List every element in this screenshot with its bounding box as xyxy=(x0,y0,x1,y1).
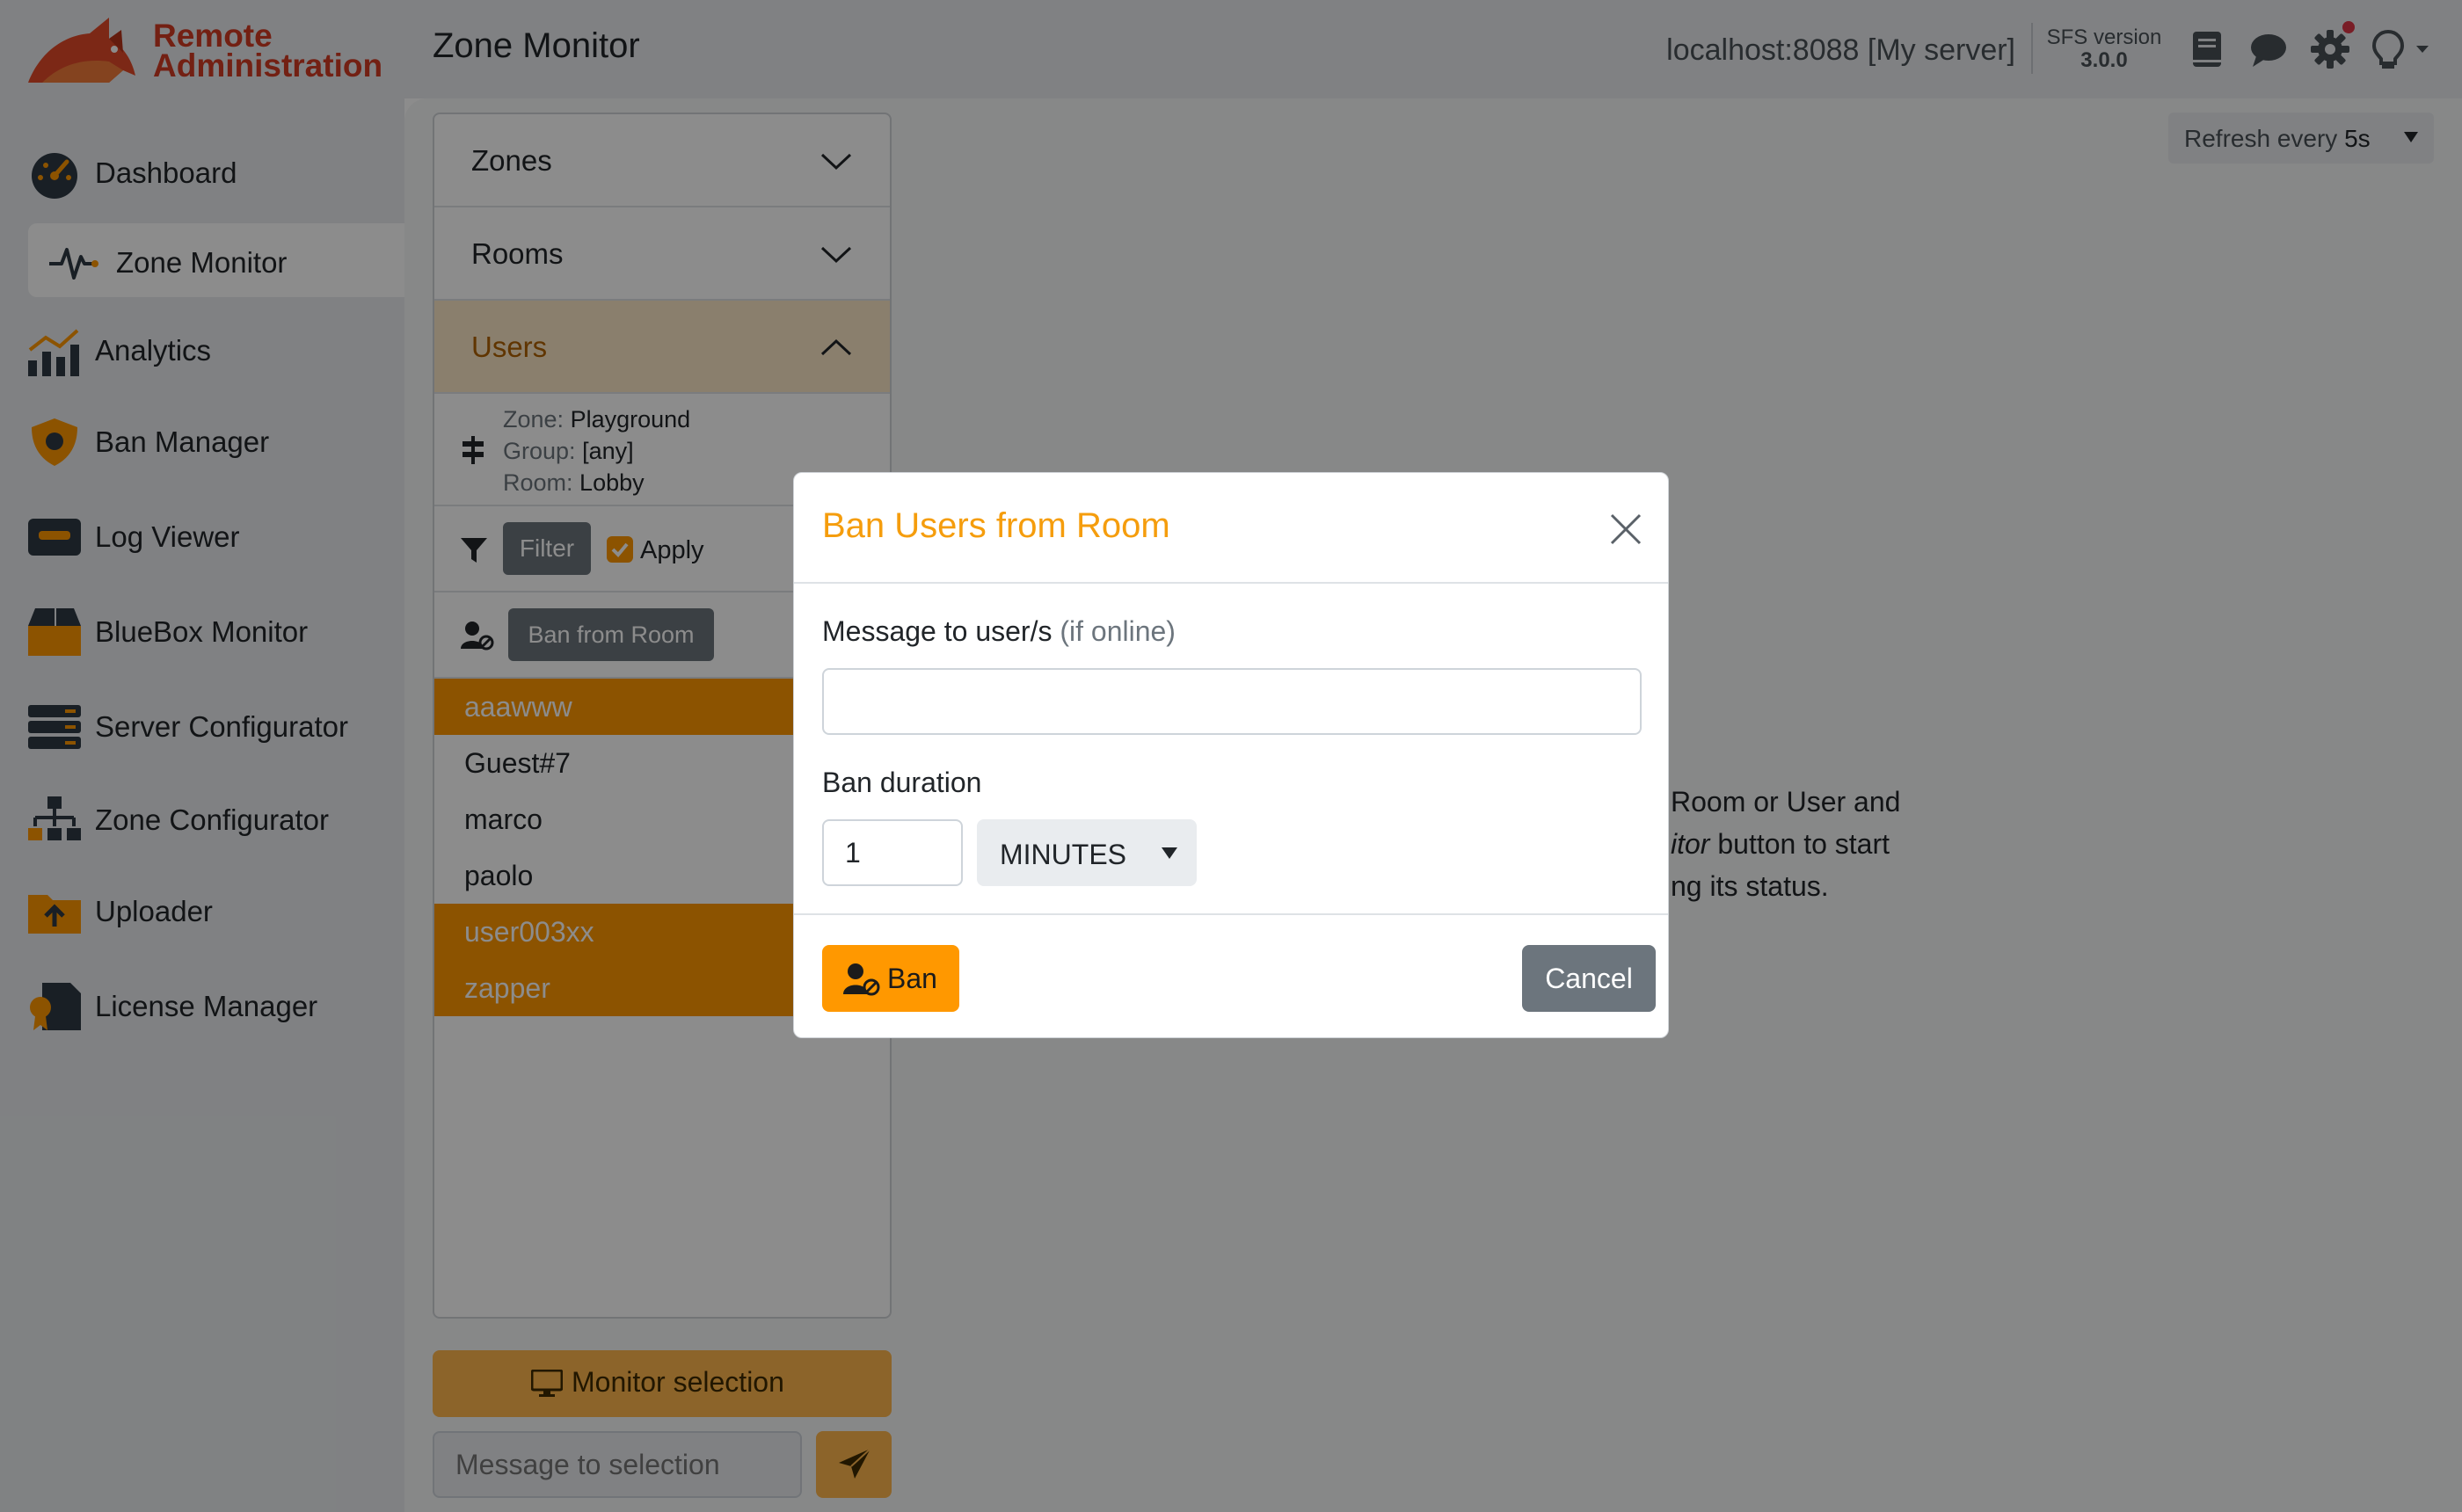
ban-duration-unit-value: MINUTES xyxy=(1000,839,1126,870)
ban-message-input[interactable] xyxy=(822,668,1642,735)
ban-duration-label: Ban duration xyxy=(822,767,982,798)
ban-button[interactable]: Ban xyxy=(822,945,959,1012)
modal-footer-divider xyxy=(794,913,1668,915)
message-label-hint: (if online) xyxy=(1060,615,1176,647)
ban-button-label: Ban xyxy=(887,963,937,994)
modal-header-divider xyxy=(794,582,1668,584)
caret-down-icon xyxy=(1162,847,1177,859)
cancel-button[interactable]: Cancel xyxy=(1522,945,1656,1012)
ban-users-modal: Ban Users from Room Message to user/s (i… xyxy=(793,472,1669,1038)
modal-title: Ban Users from Room xyxy=(822,506,1170,545)
close-icon[interactable] xyxy=(1608,512,1643,547)
ban-duration-unit-select[interactable]: MINUTES xyxy=(977,819,1197,886)
message-label: Message to user/s (if online) xyxy=(822,615,1176,648)
user-ban-icon xyxy=(843,963,880,996)
message-label-text: Message to user/s xyxy=(822,615,1053,647)
ban-duration-input[interactable] xyxy=(822,819,963,886)
